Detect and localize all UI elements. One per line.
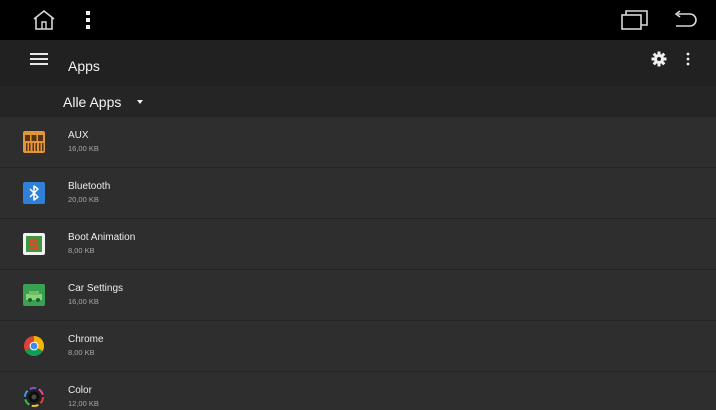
page-title: Apps (68, 58, 100, 74)
aux-icon (23, 131, 45, 153)
app-toolbar: Apps (0, 40, 716, 86)
overflow-menu-icon[interactable] (684, 51, 692, 67)
app-size: 12,00 KB (68, 399, 99, 408)
dropdown-caret-icon (137, 99, 144, 104)
app-size: 8,00 KB (68, 348, 95, 357)
back-icon (674, 10, 697, 27)
boot-animation-icon (23, 233, 45, 255)
bluetooth-icon (23, 182, 45, 204)
app-size: 16,00 KB (68, 144, 99, 153)
back-button[interactable] (666, 0, 700, 40)
screen: Apps Alle Apps AUX 16,00 KB Bluetooth 20… (0, 0, 716, 410)
app-size: 16,00 KB (68, 297, 99, 306)
app-name: Chrome (68, 334, 104, 345)
settings-gear-icon[interactable] (651, 51, 667, 67)
app-list-item[interactable]: Bluetooth 20,00 KB (0, 168, 716, 219)
app-list-item[interactable]: Boot Animation 8,00 KB (0, 219, 716, 270)
app-list-item[interactable]: AUX 16,00 KB (0, 117, 716, 168)
app-size: 8,00 KB (68, 246, 95, 255)
car-settings-icon (23, 284, 45, 306)
app-name: Bluetooth (68, 181, 111, 192)
system-bar (0, 0, 716, 40)
app-list: AUX 16,00 KB Bluetooth 20,00 KB Boot Ani… (0, 117, 716, 410)
app-name: Color (68, 385, 92, 396)
filter-bar: Alle Apps (0, 86, 716, 117)
app-name: AUX (68, 130, 89, 141)
system-menu-button[interactable] (78, 0, 98, 40)
app-name: Boot Animation (68, 232, 136, 243)
recent-apps-button[interactable] (618, 0, 652, 40)
chrome-icon (24, 336, 44, 356)
app-list-item[interactable]: Color 12,00 KB (0, 372, 716, 410)
hamburger-menu-icon[interactable] (30, 50, 48, 68)
color-icon (24, 387, 44, 407)
home-icon (33, 9, 55, 30)
app-size: 20,00 KB (68, 195, 99, 204)
app-name: Car Settings (68, 283, 124, 294)
app-list-item[interactable]: Car Settings 16,00 KB (0, 270, 716, 321)
app-list-item[interactable]: Chrome 8,00 KB (0, 321, 716, 372)
home-button[interactable] (28, 0, 60, 40)
filter-selected-label: Alle Apps (63, 93, 122, 110)
vertical-dots-icon (86, 11, 90, 29)
recent-apps-icon (621, 10, 648, 30)
app-filter-dropdown[interactable]: Alle Apps (63, 86, 144, 117)
